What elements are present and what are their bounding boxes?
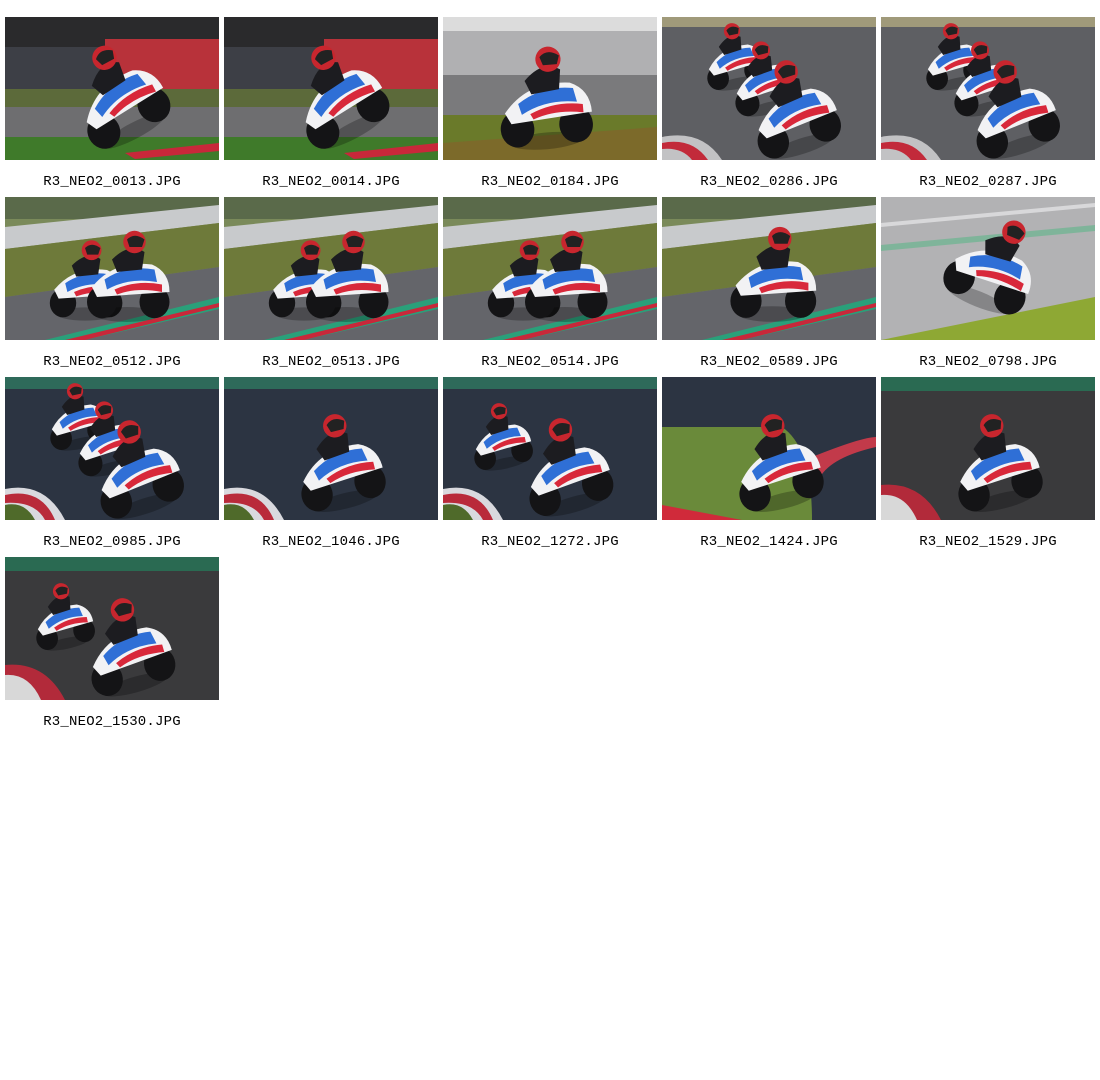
- thumbnail-image[interactable]: [5, 197, 219, 340]
- thumbnail-item[interactable]: R3_NEO2_0287.JPG: [881, 17, 1095, 197]
- thumbnail-image[interactable]: [224, 17, 438, 160]
- thumbnail-filename[interactable]: R3_NEO2_1529.JPG: [919, 534, 1057, 550]
- thumbnail-item[interactable]: R3_NEO2_0512.JPG: [5, 197, 219, 377]
- thumbnail-item[interactable]: R3_NEO2_1529.JPG: [881, 377, 1095, 557]
- thumbnail-filename[interactable]: R3_NEO2_0013.JPG: [43, 174, 181, 190]
- thumbnail-image[interactable]: [662, 377, 876, 520]
- thumbnail-filename[interactable]: R3_NEO2_0014.JPG: [262, 174, 400, 190]
- thumbnail-filename[interactable]: R3_NEO2_0985.JPG: [43, 534, 181, 550]
- thumbnail-image[interactable]: [443, 197, 657, 340]
- thumbnail-item[interactable]: R3_NEO2_1272.JPG: [443, 377, 657, 557]
- thumbnail-item[interactable]: R3_NEO2_0184.JPG: [443, 17, 657, 197]
- thumbnail-filename[interactable]: R3_NEO2_0286.JPG: [700, 174, 838, 190]
- thumbnail-filename[interactable]: R3_NEO2_0514.JPG: [481, 354, 619, 370]
- thumbnail-filename[interactable]: R3_NEO2_0287.JPG: [919, 174, 1057, 190]
- thumbnail-filename[interactable]: R3_NEO2_0184.JPG: [481, 174, 619, 190]
- thumbnail-filename[interactable]: R3_NEO2_0512.JPG: [43, 354, 181, 370]
- thumbnail-item[interactable]: R3_NEO2_0286.JPG: [662, 17, 876, 197]
- thumbnail-item[interactable]: R3_NEO2_0013.JPG: [5, 17, 219, 197]
- thumbnail-filename[interactable]: R3_NEO2_0513.JPG: [262, 354, 400, 370]
- thumbnail-item[interactable]: R3_NEO2_1046.JPG: [224, 377, 438, 557]
- thumbnail-item[interactable]: R3_NEO2_0589.JPG: [662, 197, 876, 377]
- thumbnail-image[interactable]: [5, 557, 219, 700]
- thumbnail-filename[interactable]: R3_NEO2_1046.JPG: [262, 534, 400, 550]
- thumbnail-image[interactable]: [881, 377, 1095, 520]
- thumbnail-image[interactable]: [5, 377, 219, 520]
- thumbnail-image[interactable]: [662, 17, 876, 160]
- thumbnail-item[interactable]: R3_NEO2_0514.JPG: [443, 197, 657, 377]
- thumbnail-item[interactable]: R3_NEO2_0014.JPG: [224, 17, 438, 197]
- thumbnail-filename[interactable]: R3_NEO2_0589.JPG: [700, 354, 838, 370]
- thumbnail-image[interactable]: [443, 377, 657, 520]
- thumbnail-item[interactable]: R3_NEO2_1530.JPG: [5, 557, 219, 737]
- thumbnail-item[interactable]: R3_NEO2_1424.JPG: [662, 377, 876, 557]
- thumbnail-item[interactable]: R3_NEO2_0513.JPG: [224, 197, 438, 377]
- thumbnail-image[interactable]: [662, 197, 876, 340]
- thumbnail-filename[interactable]: R3_NEO2_0798.JPG: [919, 354, 1057, 370]
- thumbnail-image[interactable]: [5, 17, 219, 160]
- thumbnail-item[interactable]: R3_NEO2_0798.JPG: [881, 197, 1095, 377]
- thumbnail-filename[interactable]: R3_NEO2_1272.JPG: [481, 534, 619, 550]
- thumbnail-filename[interactable]: R3_NEO2_1424.JPG: [700, 534, 838, 550]
- thumbnail-image[interactable]: [881, 197, 1095, 340]
- thumbnail-image[interactable]: [443, 17, 657, 160]
- thumbnail-item[interactable]: R3_NEO2_0985.JPG: [5, 377, 219, 557]
- thumbnail-image[interactable]: [224, 377, 438, 520]
- thumbnail-filename[interactable]: R3_NEO2_1530.JPG: [43, 714, 181, 730]
- thumbnail-grid: R3_NEO2_0013.JPG R3_NEO2_0014.JPG R3_NEO…: [5, 17, 1095, 737]
- thumbnail-image[interactable]: [224, 197, 438, 340]
- thumbnail-image[interactable]: [881, 17, 1095, 160]
